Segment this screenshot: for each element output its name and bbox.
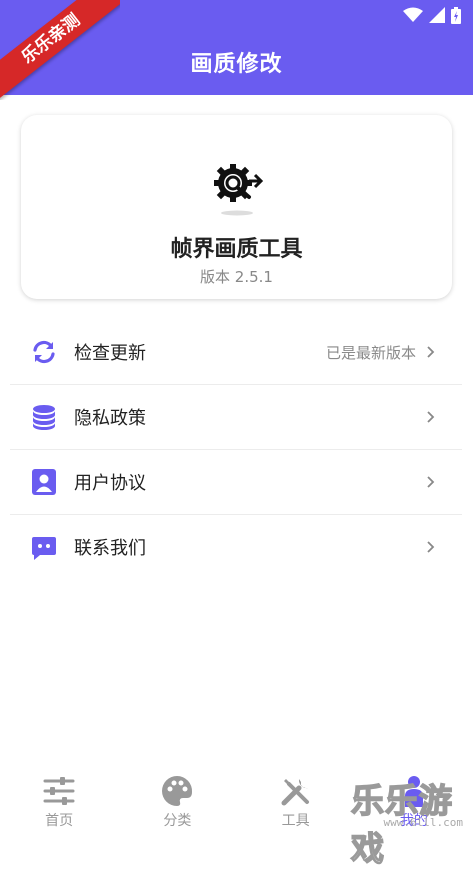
settings-menu: 检查更新 已是最新版本 隐私政策 用户协议 联系我们 xyxy=(10,320,462,579)
chevron-right-icon xyxy=(427,476,435,488)
sliders-icon xyxy=(43,777,75,805)
nav-item-category[interactable]: 分类 xyxy=(118,762,236,842)
chevron-right-icon xyxy=(427,541,435,553)
ribbon-label: 乐乐亲测 xyxy=(0,0,120,100)
menu-item-user-agreement[interactable]: 用户协议 xyxy=(10,450,462,515)
menu-item-label: 用户协议 xyxy=(74,473,146,494)
nav-label: 首页 xyxy=(45,813,74,829)
user-card-icon xyxy=(32,469,56,495)
gear-wrench-icon xyxy=(214,164,264,216)
app-name: 帧界画质工具 xyxy=(170,237,303,262)
app-version: 版本 2.5.1 xyxy=(200,268,273,286)
chevron-right-icon xyxy=(427,346,435,358)
nav-label: 分类 xyxy=(163,813,192,829)
chevron-right-icon xyxy=(427,411,435,423)
nav-item-home[interactable]: 首页 xyxy=(0,762,118,842)
corner-ribbon: 乐乐亲测 xyxy=(0,0,120,100)
wifi-icon xyxy=(403,7,423,22)
menu-item-contact-us[interactable]: 联系我们 xyxy=(10,515,462,579)
chat-icon xyxy=(32,537,56,560)
palette-icon xyxy=(162,775,193,806)
status-bar xyxy=(403,6,461,24)
menu-item-label: 联系我们 xyxy=(74,538,146,559)
menu-item-privacy-policy[interactable]: 隐私政策 xyxy=(10,385,462,450)
menu-item-check-update[interactable]: 检查更新 已是最新版本 xyxy=(10,320,462,385)
menu-item-label: 隐私政策 xyxy=(74,408,146,429)
battery-icon xyxy=(451,6,461,24)
menu-item-label: 检查更新 xyxy=(74,343,146,364)
refresh-icon xyxy=(33,340,55,364)
update-status: 已是最新版本 xyxy=(325,343,416,362)
tools-icon xyxy=(281,779,309,806)
nav-label: 工具 xyxy=(281,813,310,829)
nav-item-tools[interactable]: 工具 xyxy=(237,762,355,842)
database-icon xyxy=(33,405,55,430)
signal-icon xyxy=(429,7,445,23)
watermark-logo: 乐乐游戏 www.6lll.com xyxy=(350,774,469,869)
watermark-url: www.6lll.com xyxy=(383,816,463,829)
app-info-card: 帧界画质工具 版本 2.5.1 xyxy=(21,115,452,299)
